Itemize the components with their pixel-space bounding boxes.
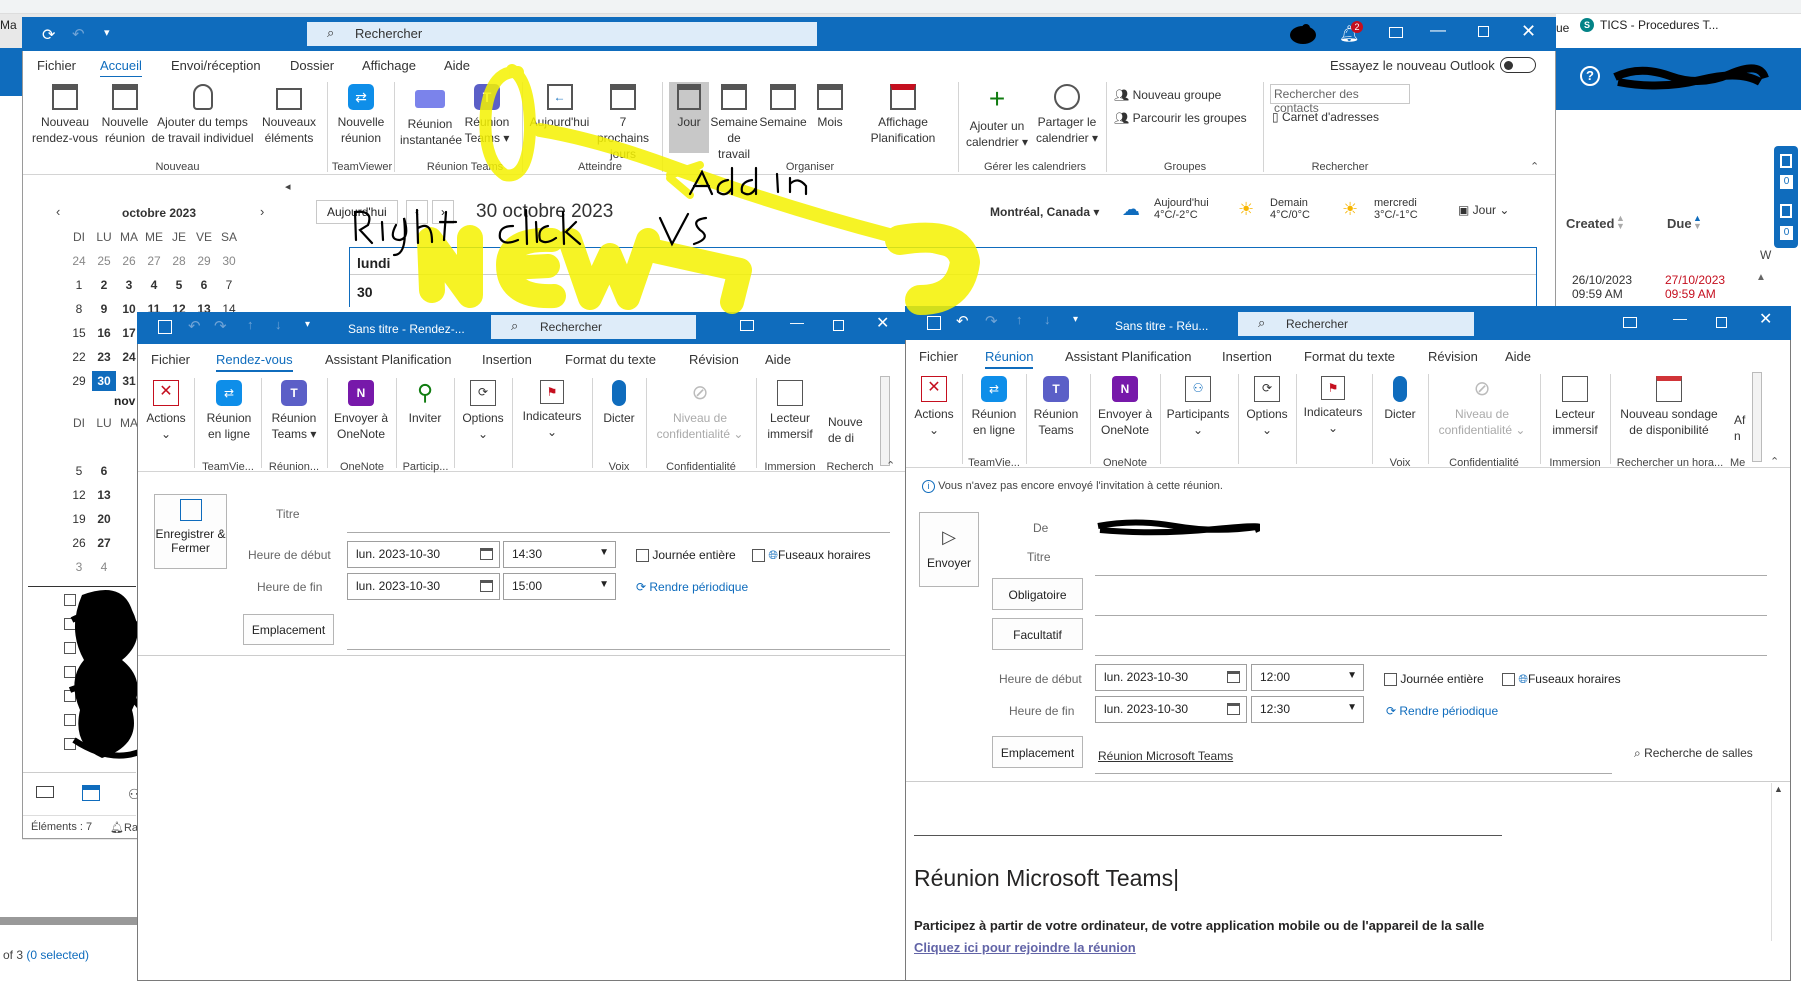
blob <box>885 222 980 315</box>
circle-around-teams <box>479 64 536 182</box>
w-letter <box>558 228 660 310</box>
e-letter <box>496 227 566 309</box>
highlighter-annotation <box>353 64 980 315</box>
n-letter <box>417 225 483 308</box>
arrow-tail <box>638 238 752 314</box>
